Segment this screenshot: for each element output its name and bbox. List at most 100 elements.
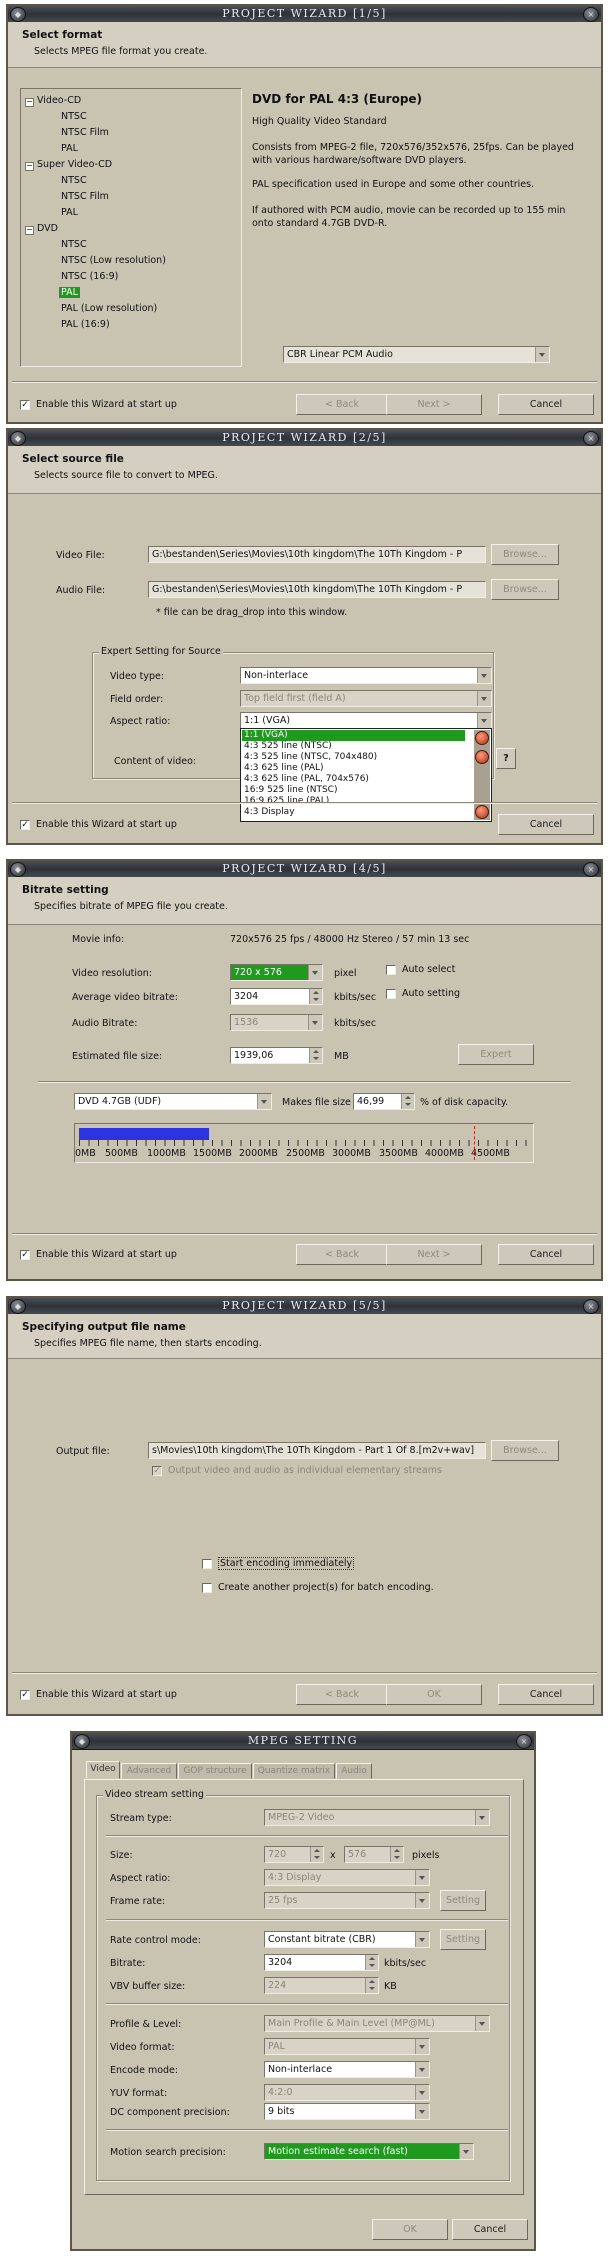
collapse-icon[interactable]: −	[25, 226, 34, 235]
tab-quantize-matrix[interactable]: Quantize matrix	[253, 1763, 335, 1779]
help-button[interactable]: ?	[496, 748, 516, 769]
batch-encoding-checkbox[interactable]	[202, 1583, 212, 1593]
chevron-down-icon[interactable]	[475, 1810, 489, 1825]
video-type-select[interactable]: Non-interlace	[240, 667, 492, 684]
tree-node[interactable]: NTSC Film	[61, 127, 109, 138]
estimated-size-input[interactable]: 1939,06	[230, 1047, 323, 1064]
audio-bitrate-select[interactable]: 1536	[230, 1014, 323, 1031]
spinner-icon[interactable]	[401, 1094, 414, 1109]
spinner-icon[interactable]	[365, 1955, 378, 1970]
tree-node[interactable]: NTSC	[61, 239, 87, 250]
chevron-down-icon[interactable]	[415, 2039, 429, 2054]
video-resolution-select[interactable]: 720 x 576	[230, 964, 323, 981]
ok-button[interactable]: OK	[386, 1684, 482, 1705]
disc-percent-input[interactable]: 46,99	[353, 1093, 415, 1110]
profile-level-select[interactable]: Main Profile & Main Level (MP@ML)	[264, 2015, 490, 2032]
chevron-down-icon[interactable]	[477, 691, 491, 706]
output-file-input[interactable]: s\Movies\10th kingdom\The 10Th Kingdom -…	[148, 1442, 486, 1459]
dropdown-option[interactable]: 1:1 (VGA)	[242, 730, 465, 741]
yuv-format-select[interactable]: 4:2:0	[264, 2084, 430, 2101]
width-input[interactable]: 720	[264, 1846, 324, 1863]
chevron-down-icon[interactable]	[415, 1932, 429, 1947]
chevron-down-icon[interactable]	[477, 668, 491, 683]
aspect-ratio-select[interactable]: 4:3 Display	[264, 1869, 430, 1886]
back-button[interactable]: < Back	[296, 1244, 388, 1265]
video-browse-button[interactable]: Browse...	[491, 544, 559, 565]
next-button[interactable]: Next >	[386, 394, 482, 415]
collapse-icon[interactable]: −	[25, 98, 34, 107]
format-tree[interactable]: − Video-CD NTSC NTSC Film PAL − Super Vi…	[20, 88, 242, 367]
cancel-button[interactable]: Cancel	[452, 2219, 528, 2240]
dropdown-option[interactable]: 4:3 525 line (NTSC)	[242, 741, 465, 752]
close-icon[interactable]: ×	[583, 7, 599, 22]
chevron-down-icon[interactable]	[308, 965, 322, 980]
auto-select-checkbox[interactable]	[386, 965, 396, 975]
chevron-down-icon[interactable]	[415, 1870, 429, 1885]
tree-node[interactable]: NTSC	[61, 175, 87, 186]
output-browse-button[interactable]: Browse...	[491, 1440, 559, 1461]
tree-node[interactable]: NTSC	[61, 111, 87, 122]
cancel-button[interactable]: Cancel	[498, 394, 594, 415]
aspect-ratio-dropdown[interactable]: 1:1 (VGA) 4:3 525 line (NTSC) 4:3 525 li…	[240, 728, 492, 822]
tree-node[interactable]: PAL (16:9)	[61, 319, 110, 330]
enable-wizard-checkbox[interactable]: ✓	[20, 1250, 30, 1260]
title-bar[interactable]: ◆ PROJECT WIZARD [5/5] ×	[8, 1298, 601, 1315]
frame-rate-select[interactable]: 25 fps	[264, 1892, 430, 1909]
avg-bitrate-input[interactable]: 3204	[230, 988, 323, 1005]
tree-node[interactable]: PAL	[61, 207, 78, 218]
scroll-thumb-icon[interactable]	[475, 750, 489, 764]
chevron-down-icon[interactable]	[415, 1893, 429, 1908]
chevron-down-icon[interactable]	[308, 1015, 322, 1030]
video-file-input[interactable]: G:\bestanden\Series\Movies\10th kingdom\…	[148, 546, 486, 563]
expert-button[interactable]: Expert	[458, 1044, 534, 1065]
aspect-ratio-select[interactable]: 1:1 (VGA)	[240, 712, 492, 729]
cancel-button[interactable]: Cancel	[498, 1244, 594, 1265]
tree-node[interactable]: NTSC (16:9)	[61, 271, 118, 282]
dropdown-scrollbar[interactable]	[474, 730, 490, 820]
dropdown-option[interactable]: 16:9 525 line (NTSC)	[242, 785, 465, 796]
tab-gop-structure[interactable]: GOP structure	[178, 1763, 252, 1779]
enable-wizard-checkbox[interactable]: ✓	[20, 1690, 30, 1700]
field-order-select[interactable]: Top field first (field A)	[240, 690, 492, 707]
tree-node-videocd[interactable]: Video-CD	[37, 95, 81, 106]
tab-video[interactable]: Video	[86, 1761, 120, 1779]
tab-audio[interactable]: Audio	[336, 1763, 372, 1779]
back-button[interactable]: < Back	[296, 1684, 388, 1705]
dropdown-option[interactable]: 4:3 625 line (PAL)	[242, 763, 465, 774]
chevron-down-icon[interactable]	[415, 2085, 429, 2100]
chevron-down-icon[interactable]	[475, 2016, 489, 2031]
close-icon[interactable]: ×	[583, 431, 599, 446]
auto-setting-checkbox[interactable]	[386, 989, 396, 999]
title-bar[interactable]: ◆ MPEG SETTING ×	[72, 1733, 534, 1750]
next-button[interactable]: Next >	[386, 1244, 482, 1265]
disc-type-select[interactable]: DVD 4.7GB (UDF)	[74, 1093, 272, 1110]
height-input[interactable]: 576	[344, 1846, 404, 1863]
scroll-up-icon[interactable]	[475, 731, 489, 745]
rate-control-select[interactable]: Constant bitrate (CBR)	[264, 1931, 430, 1948]
stream-type-select[interactable]: MPEG-2 Video	[264, 1809, 490, 1826]
chevron-down-icon[interactable]	[415, 2104, 429, 2119]
spinner-icon[interactable]	[310, 1847, 323, 1862]
video-format-select[interactable]: PAL	[264, 2038, 430, 2055]
scroll-down-icon[interactable]	[475, 805, 489, 819]
tree-node-svcd[interactable]: Super Video-CD	[37, 159, 112, 170]
tree-node-dvd[interactable]: DVD	[37, 223, 58, 234]
chevron-down-icon[interactable]	[459, 2144, 473, 2159]
audio-file-input[interactable]: G:\bestanden\Series\Movies\10th kingdom\…	[148, 581, 486, 598]
encode-mode-select[interactable]: Non-interlace	[264, 2061, 430, 2078]
chevron-down-icon[interactable]	[257, 1094, 271, 1109]
bitrate-input[interactable]: 3204	[264, 1954, 379, 1971]
enable-wizard-checkbox[interactable]: ✓	[20, 820, 30, 830]
chevron-down-icon[interactable]	[535, 347, 549, 362]
dc-precision-select[interactable]: 9 bits	[264, 2103, 430, 2120]
rate-setting-button[interactable]: Setting	[440, 1929, 486, 1950]
dropdown-option[interactable]: 4:3 525 line (NTSC, 704x480)	[242, 752, 465, 763]
audio-format-select[interactable]: CBR Linear PCM Audio	[283, 346, 550, 363]
spinner-icon[interactable]	[309, 1048, 322, 1063]
enable-wizard-checkbox[interactable]: ✓	[20, 400, 30, 410]
chevron-down-icon[interactable]	[415, 2062, 429, 2077]
spinner-icon[interactable]	[365, 1978, 378, 1993]
tree-node[interactable]: PAL (Low resolution)	[61, 303, 157, 314]
vbv-buffer-input[interactable]: 224	[264, 1977, 379, 1994]
back-button[interactable]: < Back	[296, 394, 388, 415]
